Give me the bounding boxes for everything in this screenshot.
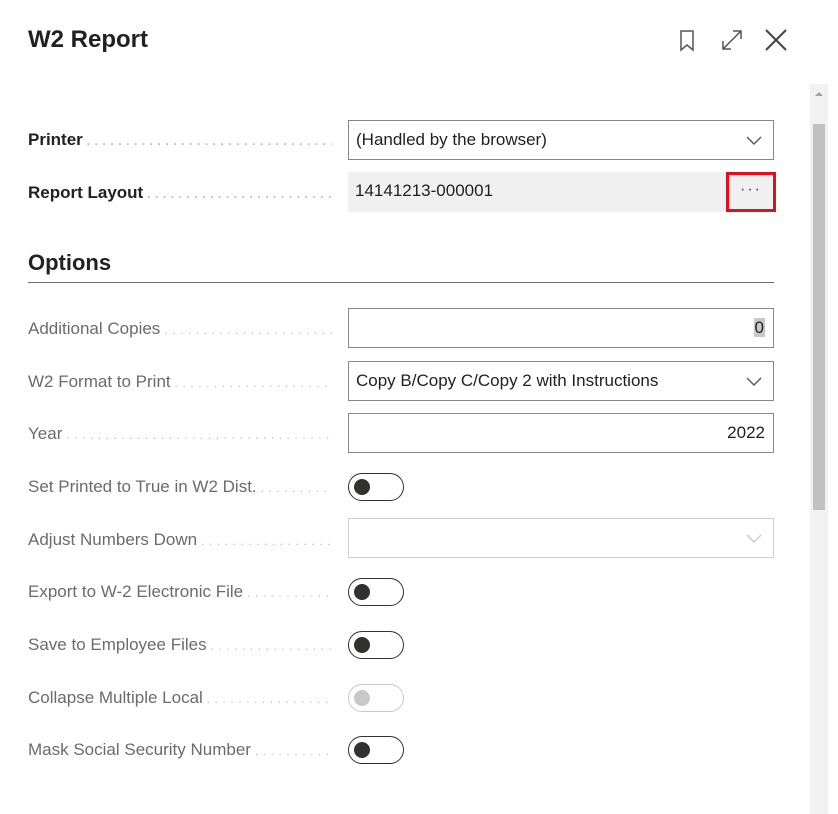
bookmark-icon[interactable] (674, 26, 700, 54)
additional-copies-input[interactable]: 0 (348, 308, 774, 348)
printer-label: Printer (28, 130, 332, 150)
w2-report-dialog: W2 Report Printer (Handled by the browse… (0, 0, 838, 814)
save-employee-toggle[interactable] (348, 631, 404, 659)
toggle-knob (354, 690, 370, 706)
w2-format-select[interactable]: Copy B/Copy C/Copy 2 with Instructions (348, 361, 774, 401)
w2-format-label: W2 Format to Print (28, 372, 332, 392)
year-value: 2022 (727, 423, 765, 442)
close-icon[interactable] (762, 26, 788, 54)
report-layout-value: 14141213-000001 (355, 181, 494, 200)
toggle-knob (354, 584, 370, 600)
chevron-down-icon (746, 534, 762, 543)
report-layout-lookup-button[interactable]: ··· (726, 172, 776, 212)
year-label: Year (28, 424, 332, 444)
mask-ssn-toggle[interactable] (348, 736, 404, 764)
scroll-up-icon[interactable] (810, 84, 828, 104)
collapse-local-toggle (348, 684, 404, 712)
set-printed-toggle[interactable] (348, 473, 404, 501)
export-w2-label: Export to W-2 Electronic File (28, 582, 332, 602)
additional-copies-label: Additional Copies (28, 319, 332, 339)
expand-icon[interactable] (718, 26, 744, 54)
mask-ssn-label: Mask Social Security Number (28, 740, 332, 760)
dialog-title: W2 Report (28, 26, 148, 53)
printer-value: (Handled by the browser) (356, 130, 547, 149)
year-input[interactable]: 2022 (348, 413, 774, 453)
additional-copies-value: 0 (753, 318, 765, 337)
printer-select[interactable]: (Handled by the browser) (348, 120, 774, 160)
toggle-knob (354, 742, 370, 758)
export-w2-toggle[interactable] (348, 578, 404, 606)
report-layout-label: Report Layout (28, 183, 332, 203)
chevron-down-icon (746, 136, 762, 145)
adjust-numbers-select (348, 518, 774, 558)
scrollbar-thumb[interactable] (813, 124, 825, 510)
report-layout-field[interactable]: 14141213-000001 (348, 172, 726, 212)
section-divider (28, 282, 774, 283)
set-printed-label: Set Printed to True in W2 Dist. (28, 477, 332, 497)
collapse-local-label: Collapse Multiple Local (28, 688, 332, 708)
options-section-title: Options (28, 250, 112, 275)
save-employee-label: Save to Employee Files (28, 635, 332, 655)
scrollbar[interactable] (810, 84, 828, 814)
toggle-knob (354, 637, 370, 653)
chevron-down-icon (746, 377, 762, 386)
toggle-knob (354, 479, 370, 495)
w2-format-value: Copy B/Copy C/Copy 2 with Instructions (356, 371, 659, 390)
adjust-numbers-label: Adjust Numbers Down (28, 530, 332, 550)
